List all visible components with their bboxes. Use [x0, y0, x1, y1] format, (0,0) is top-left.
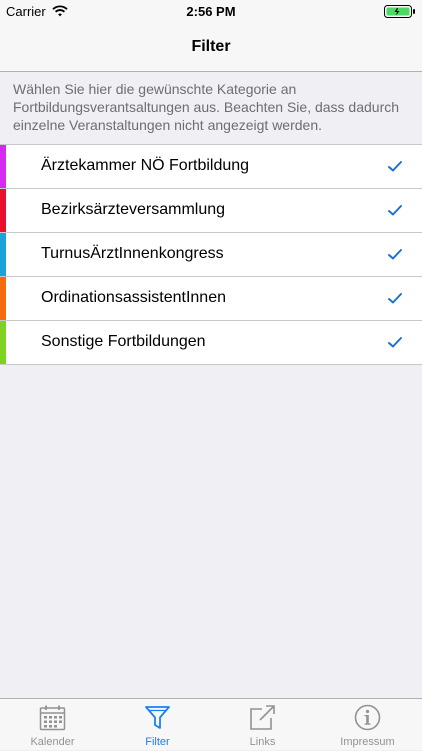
- tab-links[interactable]: Links: [210, 699, 315, 751]
- category-color-stripe: [0, 233, 6, 276]
- category-label: Ärztekammer NÖ Fortbildung: [41, 157, 250, 174]
- category-color-stripe: [0, 321, 6, 364]
- checkmark-icon: [388, 291, 402, 309]
- tab-label: Links: [249, 736, 276, 748]
- info-icon: [354, 704, 381, 731]
- category-row-turnusaerztinnenkongress[interactable]: TurnusÄrztInnenkongress: [0, 233, 422, 277]
- category-label: OrdinationsassistentInnen: [41, 289, 226, 306]
- category-row-bezirksaerzteversammlung[interactable]: Bezirksärzteversammlung: [0, 189, 422, 233]
- calendar-icon: [39, 705, 66, 731]
- page-title: Filter: [191, 38, 231, 55]
- tab-label: Impressum: [340, 736, 395, 748]
- category-row-ordinationsassistentinnen[interactable]: OrdinationsassistentInnen: [0, 277, 422, 321]
- checkmark-icon: [388, 247, 402, 265]
- filter-description: Wählen Sie hier die gewünschte Kategorie…: [13, 81, 400, 133]
- clock: 2:56 PM: [186, 4, 236, 19]
- tab-bar: Kalender Filter Links Impressum: [0, 698, 422, 750]
- filter-icon: [145, 706, 170, 729]
- category-row-sonstige-fortbildungen[interactable]: Sonstige Fortbildungen: [0, 321, 422, 364]
- external-link-icon: [250, 705, 275, 730]
- checkmark-icon: [388, 335, 402, 353]
- category-list: Ärztekammer NÖ Fortbildung Bezirksärztev…: [0, 144, 422, 365]
- category-label: Bezirksärzteversammlung: [41, 201, 226, 218]
- navigation-bar: Filter: [0, 22, 422, 72]
- battery-icon: [384, 5, 416, 23]
- category-row-aerztekammer[interactable]: Ärztekammer NÖ Fortbildung: [0, 145, 422, 189]
- tab-impressum[interactable]: Impressum: [315, 699, 420, 751]
- category-color-stripe: [0, 277, 6, 320]
- category-label: TurnusÄrztInnenkongress: [41, 245, 224, 262]
- checkmark-icon: [388, 159, 402, 177]
- category-label: Sonstige Fortbildungen: [41, 333, 206, 350]
- tab-kalender[interactable]: Kalender: [0, 699, 105, 751]
- category-color-stripe: [0, 145, 6, 188]
- tab-filter[interactable]: Filter: [105, 699, 210, 751]
- tab-label: Kalender: [30, 736, 75, 748]
- tab-label: Filter: [145, 736, 170, 748]
- category-color-stripe: [0, 189, 6, 232]
- checkmark-icon: [388, 203, 402, 221]
- status-bar: Carrier 2:56 PM: [0, 0, 422, 22]
